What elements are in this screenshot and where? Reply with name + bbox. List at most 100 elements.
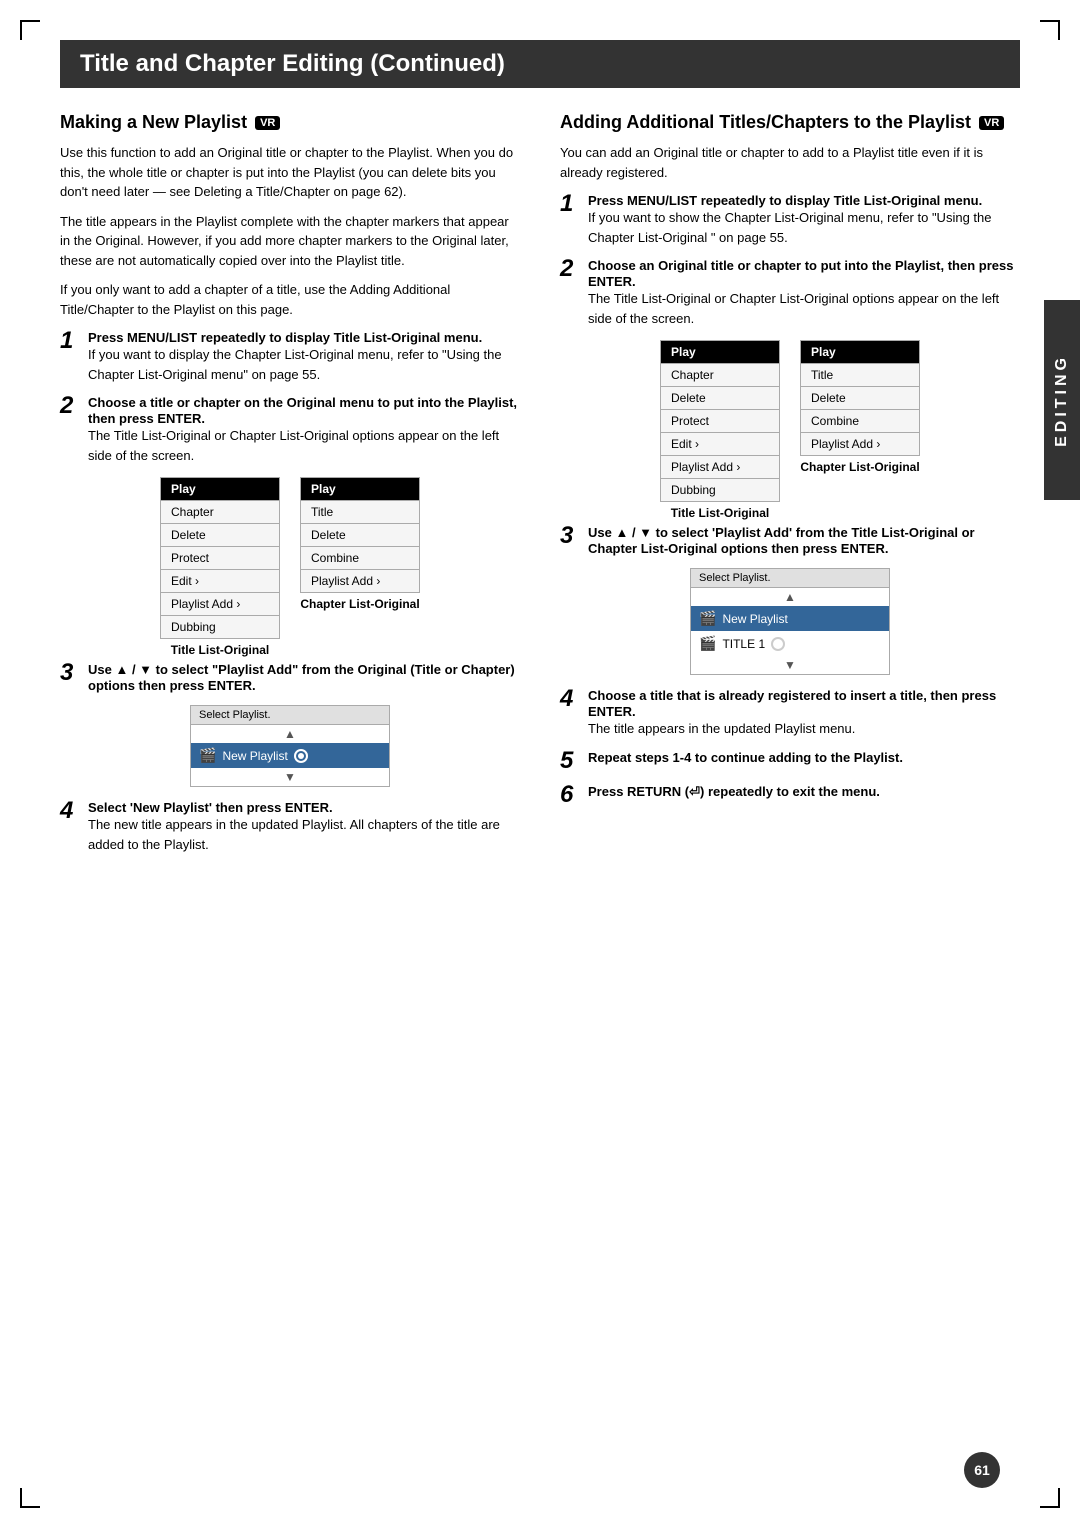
- left-select-playlist-title: Select Playlist.: [191, 706, 389, 725]
- corner-mark-br: [1040, 1488, 1060, 1508]
- right-title-menu-edit: Edit: [660, 433, 780, 456]
- left-heading-text: Making a New Playlist: [60, 112, 247, 133]
- film-icon-right: 🎬: [699, 610, 716, 627]
- left-step2-text: The Title List-Original or Chapter List-…: [88, 426, 520, 465]
- left-select-playlist-new-playlist: 🎬 New Playlist: [191, 743, 389, 768]
- left-column: Making a New Playlist VR Use this functi…: [60, 112, 520, 864]
- right-chapter-menu-label: Chapter List-Original: [800, 460, 920, 474]
- left-select-playlist-arrow-up: ▲: [191, 725, 389, 743]
- page-title: Title and Chapter Editing (Continued): [60, 40, 1020, 88]
- left-step3-bold: Use ▲ / ▼ to select "Playlist Add" from …: [88, 662, 515, 693]
- right-title-menu-play: Play: [660, 340, 780, 364]
- right-select-playlist-item2: 🎬 TITLE 1: [691, 631, 889, 656]
- right-title-menu-dubbing: Dubbing: [660, 479, 780, 502]
- corner-mark-tr: [1040, 20, 1060, 40]
- right-title-menu-playlist-add: Playlist Add: [660, 456, 780, 479]
- right-step2-bold: Choose an Original title or chapter to p…: [588, 258, 1013, 289]
- right-select-playlist-arrow-up: ▲: [691, 588, 889, 606]
- right-step-2: 2 Choose an Original title or chapter to…: [560, 257, 1020, 328]
- right-step-4: 4 Choose a title that is already registe…: [560, 687, 1020, 739]
- left-title-menu-playlist-add: Playlist Add: [160, 593, 280, 616]
- right-chapter-menu-play: Play: [800, 340, 920, 364]
- right-vr-badge: VR: [979, 116, 1004, 130]
- right-title-menu-delete: Delete: [660, 387, 780, 410]
- right-step6-bold: Press RETURN (⏎) repeatedly to exit the …: [588, 784, 880, 799]
- right-section-heading: Adding Additional Titles/Chapters to the…: [560, 112, 1020, 133]
- corner-mark-tl: [20, 20, 40, 40]
- side-tab-label: EDITING: [1053, 354, 1071, 447]
- left-title-menu-protect: Protect: [160, 547, 280, 570]
- right-step4-text: The title appears in the updated Playlis…: [588, 719, 1020, 739]
- right-menus-row: Play Chapter Delete Protect Edit Playlis…: [560, 340, 1020, 520]
- left-chapter-menu-playlist-add: Playlist Add: [300, 570, 420, 593]
- two-column-layout: Making a New Playlist VR Use this functi…: [60, 112, 1020, 864]
- right-select-playlist-arrow-down: ▼: [691, 656, 889, 674]
- right-chapter-menu-delete: Delete: [800, 387, 920, 410]
- left-select-playlist-arrow-down: ▼: [191, 768, 389, 786]
- right-step2-text: The Title List-Original or Chapter List-…: [588, 289, 1020, 328]
- left-menus-row: Play Chapter Delete Protect Edit Playlis…: [60, 477, 520, 657]
- left-title-menu-chapter: Chapter: [160, 501, 280, 524]
- left-step4-text: The new title appears in the updated Pla…: [88, 815, 520, 854]
- left-section-heading: Making a New Playlist VR: [60, 112, 520, 133]
- left-chapter-menu-box: Play Title Delete Combine Playlist Add C…: [300, 477, 420, 657]
- right-step-5: 5 Repeat steps 1-4 to continue adding to…: [560, 749, 1020, 773]
- left-chapter-menu-delete: Delete: [300, 524, 420, 547]
- right-step1-text: If you want to show the Chapter List-Ori…: [588, 208, 1020, 247]
- right-select-playlist-box: Select Playlist. ▲ 🎬 New Playlist 🎬 TITL…: [690, 568, 890, 675]
- target-icon: [294, 749, 308, 763]
- left-vr-badge: VR: [255, 116, 280, 130]
- left-step4-bold: Select 'New Playlist' then press ENTER.: [88, 800, 333, 815]
- right-title-menu-box: Play Chapter Delete Protect Edit Playlis…: [660, 340, 780, 520]
- left-intro-3: If you only want to add a chapter of a t…: [60, 280, 520, 319]
- right-title-menu-chapter: Chapter: [660, 364, 780, 387]
- editing-side-tab: EDITING: [1044, 300, 1080, 500]
- right-step-6: 6 Press RETURN (⏎) repeatedly to exit th…: [560, 783, 1020, 807]
- right-new-playlist-label: New Playlist: [722, 612, 787, 626]
- right-select-playlist-title: Select Playlist.: [691, 569, 889, 588]
- left-chapter-menu-title: Title: [300, 501, 420, 524]
- right-step-3: 3 Use ▲ / ▼ to select 'Playlist Add' fro…: [560, 524, 1020, 556]
- left-title-menu-dubbing: Dubbing: [160, 616, 280, 639]
- right-select-playlist-container: Select Playlist. ▲ 🎬 New Playlist 🎬 TITL…: [560, 568, 1020, 675]
- right-step4-bold: Choose a title that is already registere…: [588, 688, 996, 719]
- left-step-1: 1 Press MENU/LIST repeatedly to display …: [60, 329, 520, 384]
- left-intro-2: The title appears in the Playlist comple…: [60, 212, 520, 271]
- left-title-menu-box: Play Chapter Delete Protect Edit Playlis…: [160, 477, 280, 657]
- right-step5-bold: Repeat steps 1-4 to continue adding to t…: [588, 750, 903, 765]
- right-title-menu-label: Title List-Original: [660, 506, 780, 520]
- left-title-menu-play: Play: [160, 477, 280, 501]
- left-chapter-menu-combine: Combine: [300, 547, 420, 570]
- left-title-menu-delete: Delete: [160, 524, 280, 547]
- left-step-3: 3 Use ▲ / ▼ to select "Playlist Add" fro…: [60, 661, 520, 693]
- left-step1-bold: Press MENU/LIST repeatedly to display Ti…: [88, 330, 482, 345]
- left-chapter-menu-label: Chapter List-Original: [300, 597, 420, 611]
- page-number: 61: [964, 1452, 1000, 1488]
- left-step2-bold: Choose a title or chapter on the Origina…: [88, 395, 517, 426]
- film-icon: 🎬: [199, 747, 216, 764]
- circle-icon-right: [771, 637, 785, 651]
- left-select-playlist-box: Select Playlist. ▲ 🎬 New Playlist ▼: [190, 705, 390, 787]
- right-select-playlist-new-playlist: 🎬 New Playlist: [691, 606, 889, 631]
- right-chapter-menu-combine: Combine: [800, 410, 920, 433]
- left-title-menu-edit: Edit: [160, 570, 280, 593]
- right-step-1: 1 Press MENU/LIST repeatedly to display …: [560, 192, 1020, 247]
- right-step1-bold: Press MENU/LIST repeatedly to display Ti…: [588, 193, 982, 208]
- left-step-4: 4 Select 'New Playlist' then press ENTER…: [60, 799, 520, 854]
- film-icon-right2: 🎬: [699, 635, 716, 652]
- left-new-playlist-label: New Playlist: [222, 749, 287, 763]
- right-chapter-menu-playlist-add: Playlist Add: [800, 433, 920, 456]
- left-title-menu-label: Title List-Original: [160, 643, 280, 657]
- right-intro: You can add an Original title or chapter…: [560, 143, 1020, 182]
- page-container: EDITING Title and Chapter Editing (Conti…: [0, 0, 1080, 1528]
- right-column: Adding Additional Titles/Chapters to the…: [560, 112, 1020, 864]
- right-heading-text: Adding Additional Titles/Chapters to the…: [560, 112, 971, 133]
- right-title-menu-protect: Protect: [660, 410, 780, 433]
- left-step1-text: If you want to display the Chapter List-…: [88, 345, 520, 384]
- left-intro-1: Use this function to add an Original tit…: [60, 143, 520, 202]
- corner-mark-bl: [20, 1488, 40, 1508]
- right-chapter-menu-title: Title: [800, 364, 920, 387]
- right-title1-label: TITLE 1: [722, 637, 765, 651]
- left-step-2: 2 Choose a title or chapter on the Origi…: [60, 394, 520, 465]
- left-chapter-menu-play: Play: [300, 477, 420, 501]
